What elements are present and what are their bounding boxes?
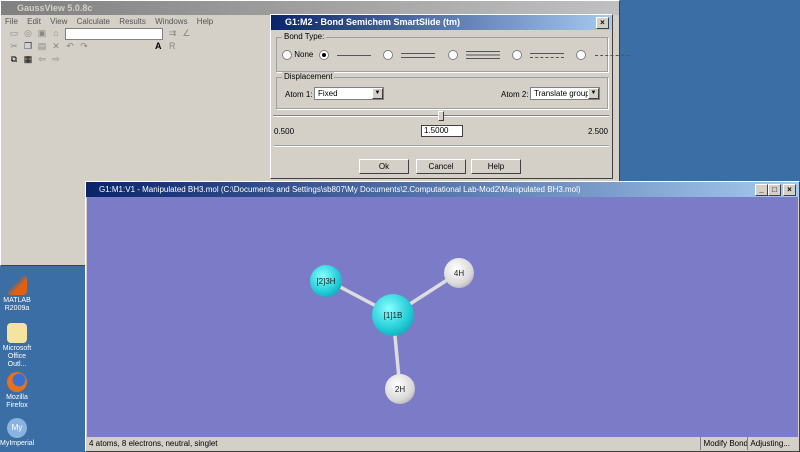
triple-bond-icon — [465, 51, 500, 59]
atom-boron-1[interactable]: [1]1B — [372, 294, 414, 336]
bond-double-radio[interactable] — [383, 50, 394, 60]
desktop-icon-firefox[interactable]: Mozilla Firefox — [0, 372, 34, 410]
text-icon[interactable]: A — [153, 41, 163, 51]
save-icon[interactable]: ▣ — [37, 28, 47, 38]
distance-input[interactable]: 1.5000 — [421, 125, 463, 137]
menu-edit[interactable]: Edit — [27, 17, 41, 26]
windows-cascade-icon[interactable]: ⧉ — [9, 54, 19, 64]
separator — [274, 145, 609, 147]
molecule-canvas[interactable]: [2]3H 4H [1]1B 2H — [87, 197, 798, 437]
close-button[interactable]: × — [783, 184, 796, 196]
cancel-button[interactable]: Cancel — [416, 159, 466, 174]
desktop-label: MyImperial — [0, 440, 35, 447]
toolbar-combo[interactable] — [65, 28, 164, 40]
main-title: GaussView 5.0.8c — [17, 3, 93, 13]
dialog-title-bar: G1:M2 - Bond Semichem SmartSlide (tm) × — [271, 15, 612, 30]
slider-thumb[interactable] — [438, 111, 444, 121]
smartslide-dialog: G1:M2 - Bond Semichem SmartSlide (tm) × … — [270, 14, 629, 179]
slider-min-label: 0.500 — [274, 127, 295, 136]
bond-none-radio[interactable] — [282, 50, 292, 60]
menu-help[interactable]: Help — [197, 17, 213, 26]
back-icon[interactable]: ⇦ — [37, 54, 47, 64]
viewer-title-bar: G1:M1:V1 - Manipulated BH3.mol (C:\Docum… — [86, 182, 799, 197]
viewer-title: G1:M1:V1 - Manipulated BH3.mol (C:\Docum… — [99, 185, 581, 194]
help-button[interactable]: Help — [471, 159, 521, 174]
windows-tile-icon[interactable]: ▦ — [23, 54, 33, 64]
undo-icon[interactable]: ↶ — [65, 41, 75, 51]
firefox-icon — [7, 372, 27, 392]
ok-button[interactable]: Ok — [359, 159, 409, 174]
forward-icon[interactable]: ⇨ — [51, 54, 61, 64]
bond-partial-radio[interactable] — [576, 50, 587, 60]
redo-icon[interactable]: ↷ — [79, 41, 89, 51]
atom-hydrogen-4[interactable]: 4H — [444, 258, 474, 288]
atom-hydrogen-2[interactable]: 2H — [385, 374, 415, 404]
chevron-down-icon: ▼ — [372, 88, 383, 99]
menu-file[interactable]: File — [5, 17, 18, 26]
atom-label: 2H — [394, 384, 406, 394]
bond-type-label: Bond Type: — [282, 32, 327, 41]
desktop-icon-outlook[interactable]: Microsoft Office Outl... — [0, 323, 34, 369]
cut-icon[interactable]: ✂ — [9, 41, 19, 51]
atom-hydrogen-3[interactable]: [2]3H — [310, 265, 342, 297]
r-icon[interactable]: R — [167, 41, 177, 51]
displacement-group: Displacement Atom 1: Fixed ▼ Atom 2: Tran… — [276, 72, 608, 109]
desktop-label: Mozilla Firefox — [6, 394, 28, 409]
slider-max-label: 2.500 — [587, 127, 608, 136]
atom-label: 4H — [453, 268, 465, 278]
menu-calculate[interactable]: Calculate — [77, 17, 110, 26]
desktop-label: Microsoft Office Outl... — [2, 345, 32, 368]
aromatic-bond-icon — [530, 52, 565, 58]
desktop-label: MATLAB R2009a — [3, 297, 31, 312]
paste-icon[interactable]: ▤ — [37, 41, 47, 51]
open-icon[interactable]: ◎ — [23, 28, 33, 38]
status-bar: 4 atoms, 8 electrons, neutral, singlet M… — [87, 437, 798, 450]
menu-results[interactable]: Results — [119, 17, 146, 26]
double-bond-icon — [401, 52, 436, 58]
dialog-title: G1:M2 - Bond Semichem SmartSlide (tm) — [285, 17, 461, 27]
atom2-value: Translate group — [534, 89, 590, 98]
atom1-label: Atom 1: — [285, 90, 313, 99]
angle-icon[interactable]: ∠ — [181, 28, 191, 38]
bond-icon[interactable]: ⇉ — [167, 28, 177, 38]
bond-type-group: Bond Type: None — [276, 32, 629, 72]
single-bond-icon — [336, 54, 371, 56]
chevron-down-icon: ▼ — [588, 88, 599, 99]
main-title-bar: GaussView 5.0.8c — [1, 1, 619, 15]
molecule-viewer-window: G1:M1:V1 - Manipulated BH3.mol (C:\Docum… — [85, 181, 800, 452]
status-state: Adjusting... — [747, 437, 790, 450]
bond-none-label: None — [294, 50, 314, 60]
print-icon[interactable]: ⌂ — [51, 28, 61, 38]
status-text: 4 atoms, 8 electrons, neutral, singlet — [89, 439, 218, 448]
bond-single-radio[interactable] — [318, 50, 329, 60]
delete-icon[interactable]: ✕ — [51, 41, 61, 51]
atom1-select[interactable]: Fixed ▼ — [314, 87, 384, 100]
myimperial-icon: My — [7, 418, 27, 438]
new-icon[interactable]: ▭ — [9, 28, 19, 38]
atom2-select[interactable]: Translate group ▼ — [530, 87, 600, 100]
maximize-button[interactable]: □ — [768, 184, 781, 196]
close-button[interactable]: × — [596, 17, 609, 29]
atom-label: [1]1B — [383, 310, 403, 320]
outlook-icon — [7, 323, 27, 343]
desktop-icon-matlab[interactable]: MATLAB R2009a — [0, 275, 34, 313]
partial-bond-icon — [594, 54, 629, 56]
atom-label: [2]3H — [316, 276, 336, 286]
menu-windows[interactable]: Windows — [155, 17, 187, 26]
copy-icon[interactable]: ❐ — [23, 41, 33, 51]
matlab-icon — [7, 275, 27, 295]
minimize-button[interactable]: _ — [755, 184, 768, 196]
bonds — [326, 271, 459, 390]
bond-triple-radio[interactable] — [447, 50, 458, 60]
displacement-label: Displacement — [282, 72, 335, 81]
menu-view[interactable]: View — [50, 17, 67, 26]
atom2-label: Atom 2: — [501, 90, 529, 99]
desktop-icon-myimperial[interactable]: My MyImperial — [0, 418, 34, 448]
status-mode: Modify Bond — [699, 437, 748, 450]
atom1-value: Fixed — [318, 89, 338, 98]
distance-slider[interactable] — [273, 111, 609, 121]
distance-value: 1.5000 — [424, 126, 449, 135]
bond-aromatic-radio[interactable] — [512, 50, 522, 60]
